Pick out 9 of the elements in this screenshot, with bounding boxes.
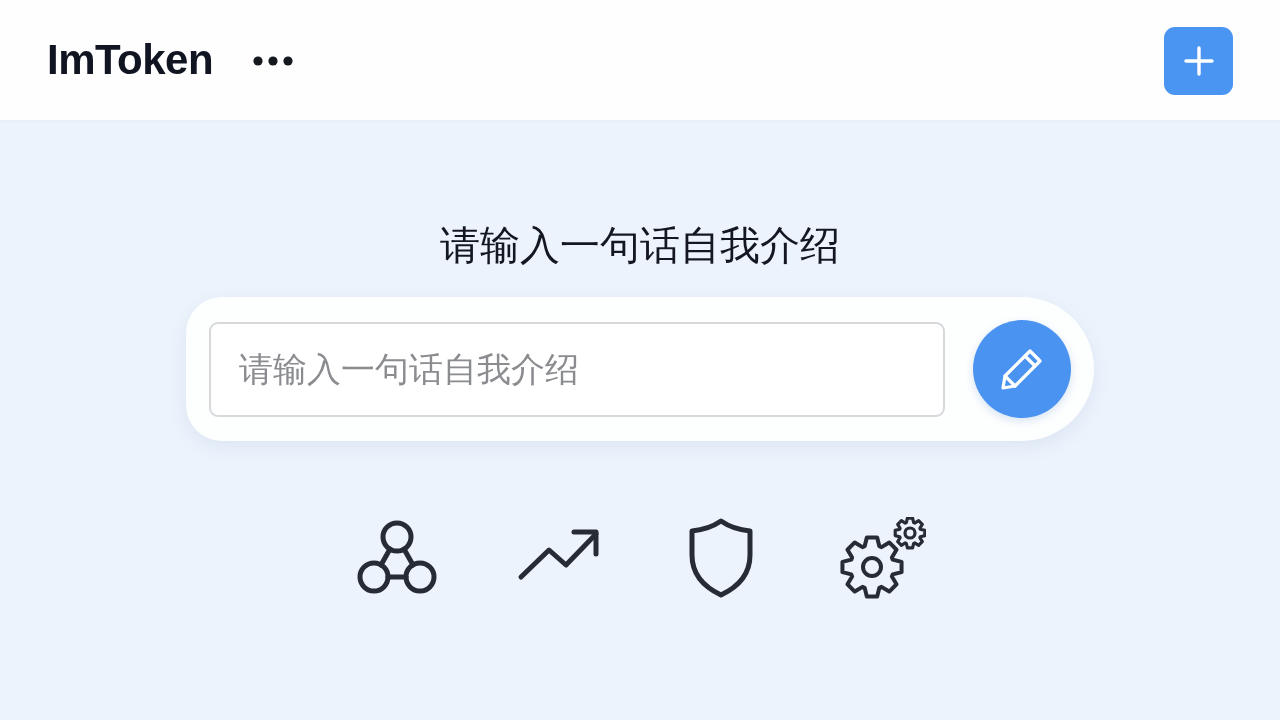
pencil-icon [999, 346, 1045, 392]
more-icon[interactable] [253, 56, 294, 66]
app-title: ImToken [47, 35, 214, 85]
prompt-heading: 请输入一句话自我介绍 [440, 221, 840, 269]
gears-icon[interactable] [840, 517, 926, 599]
add-button[interactable] [1164, 27, 1233, 95]
intro-input-field[interactable]: 请输入一句话自我介绍 [209, 321, 945, 417]
edit-button[interactable] [973, 320, 1071, 418]
plus-icon [1183, 46, 1214, 76]
